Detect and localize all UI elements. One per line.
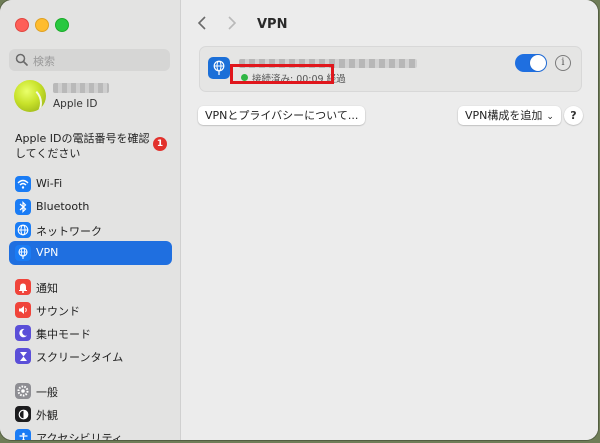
sidebar-item-label: 一般 — [36, 386, 58, 399]
info-icon[interactable]: i — [555, 55, 571, 71]
sidebar-item-sound[interactable]: サウンド — [9, 298, 172, 322]
sidebar-item-label: 通知 — [36, 282, 58, 295]
search-icon — [15, 53, 28, 66]
sidebar-item-vpn[interactable]: VPN — [9, 241, 172, 265]
help-button[interactable]: ? — [564, 106, 583, 125]
search-input[interactable]: 検索 — [9, 49, 170, 71]
vpn-globe-icon — [208, 57, 230, 79]
add-vpn-config-button[interactable]: VPN構成を追加 ⌄ — [458, 106, 561, 125]
sidebar-item-screen-time[interactable]: スクリーンタイム — [9, 344, 172, 368]
add-vpn-config-label: VPN構成を追加 — [465, 109, 543, 122]
sidebar-item-general[interactable]: 一般 — [9, 379, 172, 403]
vpn-privacy-button[interactable]: VPNとプライバシーについて... — [198, 106, 366, 125]
sidebar-item-network[interactable]: ネットワーク — [9, 218, 172, 242]
globe-icon — [15, 222, 31, 238]
zoom-window-button[interactable] — [55, 18, 69, 32]
notice-badge: 1 — [153, 137, 167, 151]
sidebar-item-label: ネットワーク — [36, 225, 102, 238]
sidebar-item-label: VPN — [36, 246, 59, 259]
vpn-pane: VPN 接続済み: 00:09 経過 i VPNとプライバシーについて... V… — [181, 0, 598, 440]
settings-window: 検索 Apple ID Apple IDの電話番号を確認してください 1 Wi-… — [0, 0, 598, 440]
sidebar-item-label: Bluetooth — [36, 200, 90, 213]
avatar — [14, 80, 46, 112]
chevron-down-icon: ⌄ — [546, 112, 554, 122]
sidebar-item-label: 外観 — [36, 409, 58, 422]
sidebar: 検索 Apple ID Apple IDの電話番号を確認してください 1 Wi-… — [0, 0, 181, 440]
profile-name-redacted — [53, 83, 109, 93]
apple-id-profile[interactable]: Apple ID — [14, 80, 174, 116]
accessibility-icon — [15, 429, 31, 440]
bell-icon — [15, 279, 31, 295]
sidebar-item-label: スクリーンタイム — [36, 351, 124, 364]
moon-icon — [15, 325, 31, 341]
toggle-knob — [530, 55, 546, 71]
minimize-window-button[interactable] — [35, 18, 49, 32]
sidebar-item-label: サウンド — [36, 305, 80, 318]
back-chevron-icon[interactable] — [197, 14, 207, 35]
sidebar-item-label: Wi-Fi — [36, 177, 63, 190]
sidebar-item-label: 集中モード — [36, 328, 91, 341]
close-window-button[interactable] — [15, 18, 29, 32]
sidebar-item-label: アクセシビリティ — [36, 432, 123, 440]
sidebar-item-bluetooth[interactable]: Bluetooth — [9, 195, 172, 219]
profile-subtitle: Apple ID — [53, 98, 98, 110]
speaker-icon — [15, 302, 31, 318]
sidebar-item-wifi[interactable]: Wi-Fi — [9, 172, 172, 196]
forward-chevron-icon[interactable] — [227, 14, 237, 35]
hourglass-icon — [15, 348, 31, 364]
sidebar-item-appearance[interactable]: 外観 — [9, 402, 172, 426]
apple-id-notice[interactable]: Apple IDの電話番号を確認してください — [15, 131, 155, 161]
vpn-toggle[interactable] — [515, 54, 547, 72]
appearance-icon — [15, 406, 31, 422]
gear-icon — [15, 383, 31, 399]
search-placeholder: 検索 — [33, 55, 55, 68]
sidebar-item-notifications[interactable]: 通知 — [9, 275, 172, 299]
status-highlight-box — [230, 64, 334, 84]
wifi-icon — [15, 176, 31, 192]
page-title: VPN — [257, 17, 288, 32]
bluetooth-icon — [15, 199, 31, 215]
sidebar-item-focus[interactable]: 集中モード — [9, 321, 172, 345]
vpn-globe-icon — [15, 245, 31, 261]
sidebar-item-accessibility[interactable]: アクセシビリティ — [9, 425, 172, 440]
